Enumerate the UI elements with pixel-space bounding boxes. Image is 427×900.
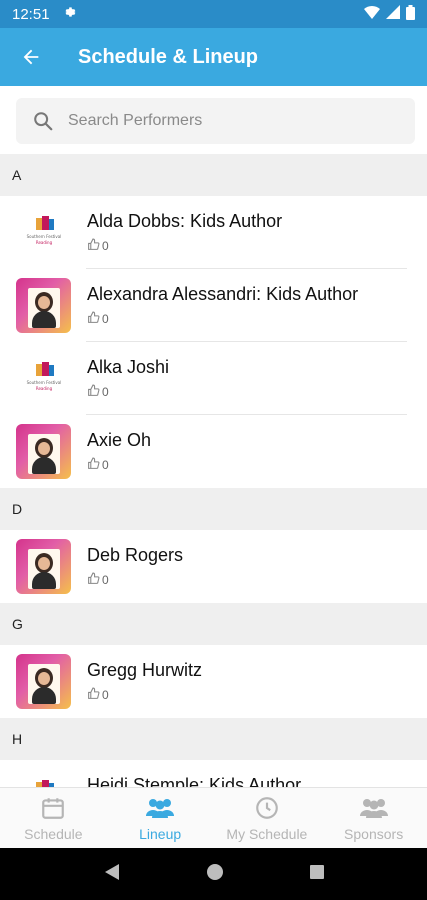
- page-title: Schedule & Lineup: [78, 45, 259, 68]
- nav-back-icon[interactable]: [103, 862, 121, 887]
- system-nav-bar: [0, 848, 427, 900]
- festival-logo-thumbnail: Southern FestivalReading: [16, 769, 71, 787]
- performer-name: Axie Oh: [87, 430, 152, 450]
- tab-sponsors[interactable]: Sponsors: [320, 788, 427, 848]
- performer-list[interactable]: A Southern Festival Reading Alda Dobbs: Kid…: [0, 154, 427, 787]
- settings-gear-icon: [62, 5, 76, 23]
- clock-icon: [254, 795, 280, 826]
- performer-name: Alka Joshi: [87, 357, 170, 377]
- tab-label: Sponsors: [344, 825, 404, 842]
- like-count-value: 0: [102, 312, 109, 326]
- nav-home-icon[interactable]: [206, 863, 224, 886]
- performer-photo: [16, 424, 71, 479]
- section-header-d: D: [0, 488, 427, 530]
- svg-text:Southern Festival: Southern Festival: [26, 234, 61, 239]
- like-count-value: 0: [102, 239, 109, 253]
- app-bar: Schedule & Lineup: [0, 28, 427, 86]
- performer-name: Gregg Hurwitz: [87, 660, 203, 680]
- section-header-h: H: [0, 718, 427, 760]
- like-count[interactable]: 0: [87, 687, 202, 703]
- section-header-a: A: [0, 154, 427, 196]
- svg-text:Southern Festival: Southern Festival: [26, 380, 61, 385]
- like-count[interactable]: 0: [87, 311, 358, 327]
- thumbs-up-icon: [87, 238, 102, 254]
- like-count[interactable]: 0: [87, 572, 183, 588]
- status-bar: 12:51: [0, 0, 427, 28]
- performer-name: Heidi Stemple: Kids Author: [87, 775, 302, 787]
- performer-row[interactable]: Deb Rogers 0: [0, 530, 427, 603]
- performer-row[interactable]: Southern FestivalReading Heidi Stemple: K…: [0, 760, 427, 787]
- tab-lineup[interactable]: Lineup: [107, 788, 214, 848]
- thumbs-up-icon: [87, 311, 102, 327]
- like-count[interactable]: 0: [87, 457, 151, 473]
- people-icon: [359, 795, 389, 826]
- calendar-icon: [40, 795, 66, 826]
- thumbs-up-icon: [87, 457, 102, 473]
- status-time: 12:51: [12, 5, 50, 23]
- thumbs-up-icon: [87, 687, 102, 703]
- performer-row[interactable]: Southern Festival Reading Alka Joshi 0: [0, 342, 427, 415]
- thumbs-up-icon: [87, 384, 102, 400]
- wifi-icon: [364, 5, 380, 23]
- tab-my-schedule[interactable]: My Schedule: [214, 788, 321, 848]
- performer-row[interactable]: Axie Oh 0: [0, 415, 427, 488]
- festival-logo-thumbnail: Southern FestivalReading: [16, 205, 71, 260]
- performer-name: Alda Dobbs: Kids Author: [87, 211, 283, 231]
- thumbs-up-icon: [87, 572, 102, 588]
- signal-icon: [386, 5, 400, 23]
- like-count-value: 0: [102, 573, 109, 587]
- like-count-value: 0: [102, 385, 109, 399]
- performer-row[interactable]: Southern Festival Reading Alda Dobbs: Kids…: [0, 196, 427, 269]
- bottom-nav: Schedule Lineup My Schedule Sponsors: [0, 787, 427, 848]
- tab-label: Schedule: [24, 825, 83, 842]
- battery-icon: [406, 4, 415, 24]
- like-count-value: 0: [102, 688, 109, 702]
- svg-text:Reading: Reading: [35, 240, 52, 245]
- search-area: Search Performers: [0, 86, 427, 154]
- search-input[interactable]: Search Performers: [16, 98, 415, 144]
- festival-logo-thumbnail: Southern FestivalReading: [16, 351, 71, 406]
- people-icon: [145, 795, 175, 826]
- tab-schedule[interactable]: Schedule: [0, 788, 107, 848]
- performer-name: Alexandra Alessandri: Kids Author: [87, 284, 359, 304]
- like-count[interactable]: 0: [87, 384, 169, 400]
- like-count-value: 0: [102, 458, 109, 472]
- section-header-g: G: [0, 603, 427, 645]
- performer-row[interactable]: Gregg Hurwitz 0: [0, 645, 427, 718]
- performer-photo: [16, 654, 71, 709]
- tab-label: My Schedule: [226, 825, 308, 842]
- svg-text:Reading: Reading: [35, 386, 52, 391]
- back-arrow-icon[interactable]: [0, 28, 62, 86]
- like-count[interactable]: 0: [87, 238, 282, 254]
- nav-recents-icon[interactable]: [309, 864, 325, 885]
- search-placeholder: Search Performers: [68, 112, 203, 129]
- performer-name: Deb Rogers: [87, 545, 184, 565]
- performer-photo: [16, 278, 71, 333]
- tab-label: Lineup: [139, 825, 182, 842]
- performer-photo: [16, 539, 71, 594]
- search-icon: [32, 110, 54, 132]
- performer-row[interactable]: Alexandra Alessandri: Kids Author 0: [0, 269, 427, 342]
